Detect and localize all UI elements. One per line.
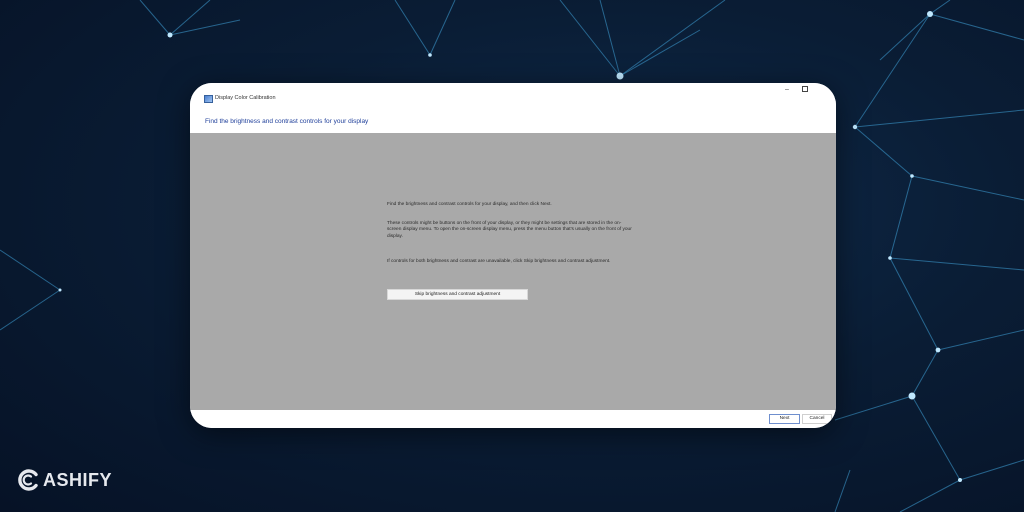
instruction-paragraph-1: Find the brightness and contrast control… — [387, 202, 552, 207]
title-bar: Display Color Calibration – Find the bri… — [190, 83, 836, 125]
page-heading: Find the brightness and contrast control… — [205, 118, 369, 125]
skip-adjustment-button[interactable]: Skip brightness and contrast adjustment — [387, 289, 528, 300]
minimize-button[interactable]: – — [779, 85, 795, 95]
window-title: Display Color Calibration — [215, 95, 276, 101]
brand-name: ASHIFY — [43, 470, 113, 490]
instruction-paragraph-3: If controls for both brightness and cont… — [387, 259, 611, 264]
next-button[interactable]: Next — [769, 414, 800, 424]
screenshot-stage: Display Color Calibration – Find the bri… — [0, 0, 1024, 512]
cashify-logo-icon — [18, 469, 38, 491]
cancel-button[interactable]: Cancel — [802, 414, 832, 424]
maximize-icon — [802, 86, 808, 93]
wizard-footer: Next Cancel — [190, 410, 836, 428]
content-area: Find the brightness and contrast control… — [190, 133, 836, 410]
display-calibration-icon — [204, 95, 213, 103]
maximize-button[interactable] — [797, 85, 813, 95]
instruction-paragraph-2: These controls might be buttons on the f… — [387, 221, 632, 239]
display-calibration-window: Display Color Calibration – Find the bri… — [190, 83, 836, 428]
